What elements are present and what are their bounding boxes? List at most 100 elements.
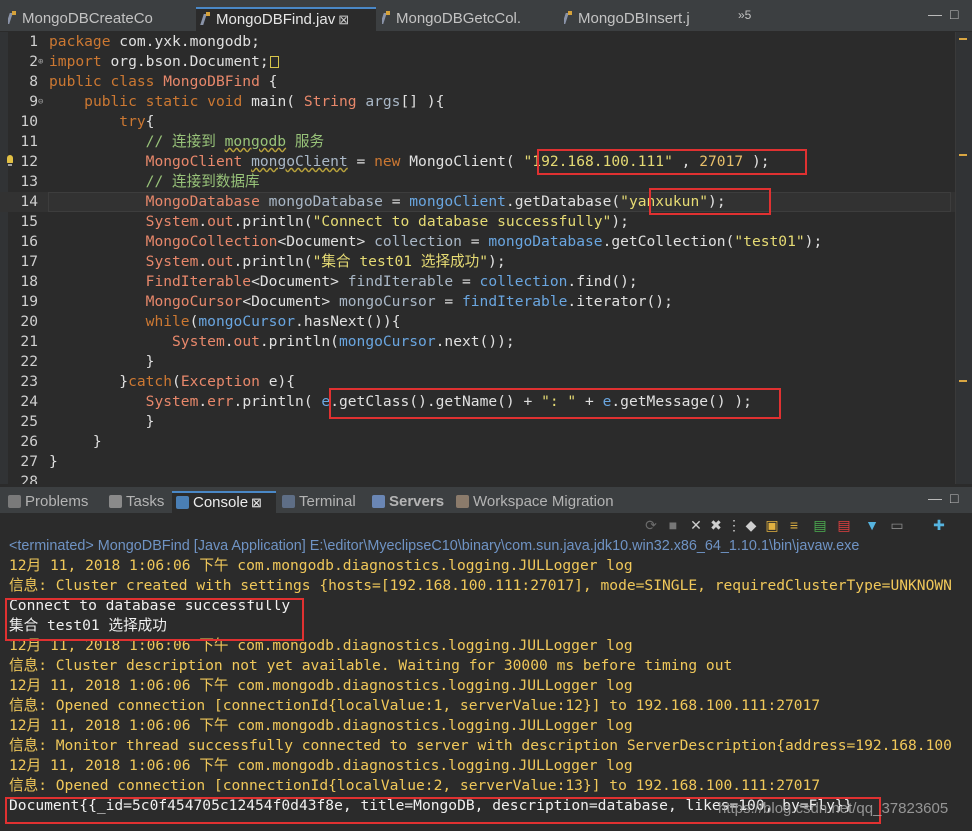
code-line[interactable]: 20 while(mongoCursor.hasNext()){ [0,312,955,332]
console-launch-header: <terminated> MongoDBFind [Java Applicati… [0,536,972,556]
code-token: System [145,393,199,410]
overview-ruler[interactable] [955,32,972,484]
code-editor[interactable]: 1 package com.yxk.mongodb; 2 ⊕ import org.bs… [0,32,972,484]
code-line[interactable]: 17 System.out.println("集合 test01 选择成功"); [0,252,955,272]
tab-servers[interactable]: Servers [372,491,444,515]
clear-console-icon[interactable]: ◆ [743,517,759,533]
editor-tab-mongodbinsert[interactable]: MongoDBInsert.j [564,7,724,32]
show-stdout-icon[interactable]: ▤ [812,517,828,533]
code-token: public class [49,73,164,90]
console-toolbar: ⟳ ■ ✕ ✖ ⋮ ◆ ▣ ≡ ▤ ▤ ▼ ▭ ✚ [0,514,972,536]
console-output[interactable]: 12月 11, 2018 1:06:06 下午 com.mongodb.diag… [0,556,972,831]
fold-toggle-icon[interactable]: ⊖ [38,92,48,112]
code-token: 27017 [699,153,744,170]
terminal-icon [282,495,295,508]
code-token: = [435,293,462,310]
overview-marker[interactable] [959,380,967,382]
code-token: { [259,73,278,90]
editor-tab-mongodbfind[interactable]: MongoDBFind.jav ⊠ [196,7,376,32]
code-token: FindIterable [145,273,252,290]
close-icon[interactable]: ⊠ [251,495,262,510]
code-token: // 连接到 [145,133,225,150]
maximize-icon[interactable]: □ [950,6,958,22]
code-token: "yanxukun" [620,193,709,210]
console-line: 12月 11, 2018 1:06:06 下午 com.mongodb.diag… [9,557,633,574]
code-line[interactable]: 25 } [0,412,955,432]
tab-problems[interactable]: Problems [8,491,88,515]
line-number: 17 [20,253,38,270]
code-line[interactable]: 11 // 连接到 mongodb 服务 [0,132,955,152]
java-file-icon [564,11,572,25]
code-token: .iterator(); [567,293,673,310]
code-text: System.err.println( e.getClass().getName… [49,392,752,412]
tab-workspace-migration[interactable]: Workspace Migration [456,491,614,515]
code-line[interactable]: 12 MongoClient mongoClient = new MongoCl… [0,152,955,172]
tab-overflow-button[interactable]: »5 [738,8,751,22]
code-line[interactable]: 27} [0,452,955,472]
tab-tasks[interactable]: Tasks [109,491,164,515]
collapsed-imports-marker[interactable] [269,56,279,68]
code-token: mongoDatabase [488,233,603,250]
code-line[interactable]: 18 FindIterable<Document> findIterable =… [0,272,955,292]
line-number: 25 [20,413,38,430]
code-line[interactable]: 22 } [0,352,955,372]
line-number: 20 [20,313,38,330]
code-line[interactable]: 28 [0,472,955,484]
code-line[interactable]: 19 MongoCursor<Document> mongoCursor = f… [0,292,955,312]
word-wrap-icon[interactable]: ≡ [786,517,802,533]
tab-terminal[interactable]: Terminal [282,491,356,515]
code-line[interactable]: 24 System.err.println( e.getClass().getN… [0,392,955,412]
code-line[interactable]: 14 MongoDatabase mongoDatabase = mongoCl… [0,192,955,212]
remove-launch-icon[interactable]: ✕ [688,517,704,533]
code-token: mongoClient [251,153,348,170]
code-line[interactable]: 9 ⊖ public static void main( String args[… [0,92,955,112]
code-line[interactable]: 21 System.out.println(mongoCursor.next()… [0,332,955,352]
code-token: = [347,153,375,170]
display-console-icon[interactable]: ▭ [889,517,905,533]
code-line[interactable]: 2 ⊕ import org.bson.Document; [0,52,955,72]
code-line[interactable]: 8 public class MongoDBFind { [0,72,955,92]
tab-console[interactable]: Console ⊠ [172,491,276,515]
code-token: org.bson.Document; [110,53,269,70]
line-number: 10 [20,113,38,130]
remove-all-icon[interactable]: ✖ [708,517,724,533]
line-number: 19 [20,293,38,310]
minimize-icon[interactable]: — [928,6,942,22]
show-stderr-icon[interactable]: ▤ [836,517,852,533]
pin-console-icon[interactable]: ▼ [864,517,880,533]
separator-icon: ⋮ [727,517,741,533]
relaunch-icon[interactable]: ⟳ [643,517,659,533]
console-line: 信息: Cluster description not yet availabl… [9,657,733,674]
console-line: 集合 test01 选择成功 [9,617,167,634]
code-line[interactable]: 26 } [0,432,955,452]
terminate-icon[interactable]: ■ [665,517,681,533]
panel-tab-bar: Problems Tasks Console ⊠ Terminal Servers… [0,486,972,515]
minimize-icon[interactable]: — [928,490,942,506]
code-line[interactable]: 23 }catch(Exception e){ [0,372,955,392]
scroll-lock-icon[interactable]: ▣ [764,517,780,533]
code-text: }catch(Exception e){ [49,372,295,392]
editor-tab-mongodbgetccol[interactable]: MongoDBGetcCol. [382,7,552,32]
code-token: "test01" [734,233,805,250]
overview-marker[interactable] [959,154,967,156]
code-line[interactable]: 15 System.out.println("Connect to databa… [0,212,955,232]
fold-toggle-icon[interactable]: ⊕ [38,52,48,72]
editor-tab-mongodbcreate[interactable]: MongoDBCreateCo [8,7,188,32]
code-line[interactable]: 13 // 连接到数据库 [0,172,955,192]
warning-bulb-icon[interactable] [6,155,14,167]
code-line[interactable]: 16 MongoCollection<Document> collection … [0,232,955,252]
problems-icon [8,495,21,508]
code-line[interactable]: 10 try{ [0,112,955,132]
overview-marker[interactable] [959,38,967,40]
code-token: System [145,253,199,270]
code-line[interactable]: 1 package com.yxk.mongodb; [0,32,955,52]
code-token: <Document> [277,233,375,250]
maximize-icon[interactable]: □ [950,490,958,506]
open-console-icon[interactable]: ✚ [931,517,947,533]
close-icon[interactable]: ⊠ [338,12,349,27]
tasks-icon [109,495,122,508]
